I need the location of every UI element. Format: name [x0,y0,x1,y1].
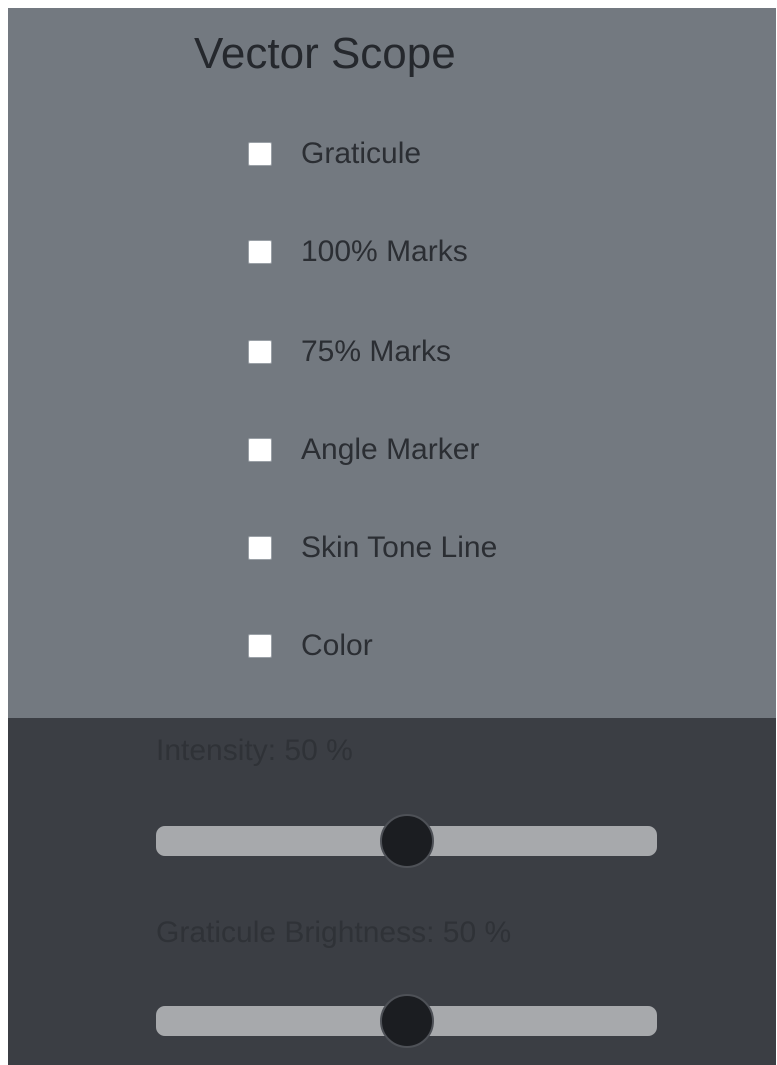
sliders-panel: Intensity: 50 % Graticule Brightness: 50… [8,718,776,1065]
skin-tone-line-checkbox[interactable] [248,536,272,560]
option-skin-tone-line[interactable]: Skin Tone Line [248,528,497,568]
graticule-label: Graticule [301,137,422,170]
options-panel: Vector Scope Graticule 100% Marks 75% Ma… [8,8,776,718]
100-marks-checkbox[interactable] [248,240,272,264]
graticule-brightness-slider-thumb[interactable] [379,994,434,1048]
color-label: Color [301,629,373,662]
panel-title: Vector Scope [194,29,456,78]
graticule-brightness-slider[interactable] [156,994,657,1048]
angle-marker-label: Angle Marker [301,433,480,466]
75-marks-label: 75% Marks [301,335,452,368]
option-angle-marker[interactable]: Angle Marker [248,430,479,470]
angle-marker-checkbox[interactable] [248,438,272,462]
skin-tone-line-label: Skin Tone Line [301,531,498,564]
option-75-marks[interactable]: 75% Marks [248,332,451,372]
intensity-slider[interactable] [156,814,657,868]
option-color[interactable]: Color [248,626,373,666]
intensity-label: Intensity: 50 % [156,734,353,767]
option-100-marks[interactable]: 100% Marks [248,232,468,272]
75-marks-checkbox[interactable] [248,340,272,364]
color-checkbox[interactable] [248,634,272,658]
graticule-checkbox[interactable] [248,142,272,166]
vector-scope-settings: Vector Scope Graticule 100% Marks 75% Ma… [8,8,776,1065]
option-graticule[interactable]: Graticule [248,134,421,174]
intensity-slider-thumb[interactable] [379,814,434,868]
graticule-brightness-label: Graticule Brightness: 50 % [156,916,512,949]
100-marks-label: 100% Marks [301,235,468,268]
